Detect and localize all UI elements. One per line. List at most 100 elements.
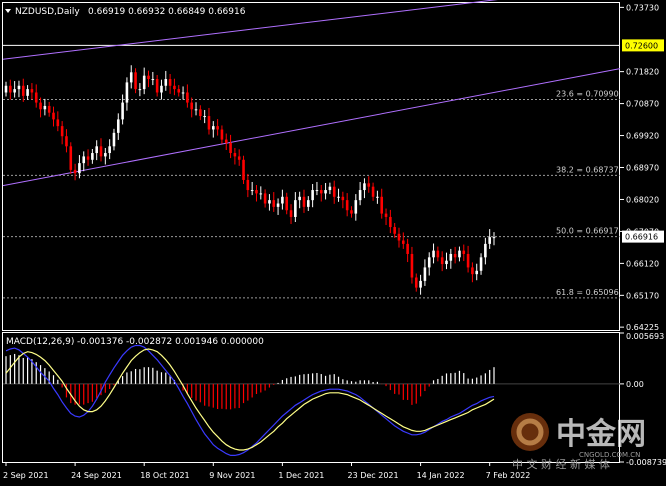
candle-body	[302, 196, 306, 207]
candle-body	[337, 196, 340, 198]
price-axis-label: 0.68970	[626, 164, 659, 173]
candle-body	[376, 196, 379, 198]
candle-body	[108, 146, 111, 154]
candle-body	[358, 190, 362, 201]
candle-body	[104, 153, 107, 157]
candle-body	[224, 139, 228, 143]
candle-body	[384, 213, 388, 217]
candle-body	[471, 267, 474, 275]
candle-body	[328, 186, 332, 191]
watermark-brand: 中金网	[556, 417, 646, 452]
candle-body	[242, 159, 245, 180]
candle-body	[194, 109, 198, 111]
candle-body	[4, 85, 8, 93]
candle-body	[276, 203, 280, 207]
candle-body	[56, 119, 60, 127]
candle-body	[380, 196, 384, 214]
candle-body	[281, 196, 284, 204]
price-axis-label: 0.64225	[626, 323, 659, 332]
candle-body	[147, 75, 150, 80]
candle-body	[410, 253, 414, 278]
fib-level-label: 38.2 = 0.68737	[556, 165, 619, 174]
candle-body	[414, 277, 418, 288]
candle-body	[142, 75, 146, 90]
candle-body	[294, 200, 297, 217]
candle-body	[65, 136, 68, 147]
candle-body	[324, 190, 327, 194]
candle-body	[345, 200, 349, 211]
candle-body	[423, 267, 427, 281]
macd-label: MACD(12,26,9)	[6, 337, 74, 347]
candle-body	[47, 105, 51, 113]
candle-body	[393, 227, 396, 234]
candle-body	[203, 116, 206, 118]
price-axis-label: 0.68020	[626, 195, 659, 204]
candle-body	[30, 89, 34, 93]
candle-body	[9, 85, 12, 93]
candle-body	[419, 280, 422, 288]
price-axis-label: 0.71820	[626, 68, 659, 77]
date-axis-label: 9 Nov 2021	[209, 471, 255, 480]
candle-body	[341, 196, 345, 201]
candle-body	[458, 250, 461, 258]
date-axis-label: 14 Jan 2022	[417, 471, 465, 480]
candle-body	[160, 85, 163, 93]
candle-body	[237, 156, 241, 160]
price-axis-label: 0.73730	[626, 3, 659, 12]
candle-body	[21, 85, 25, 96]
candle-body	[488, 237, 491, 244]
candle-body	[78, 163, 81, 174]
candle-body	[211, 126, 215, 130]
candle-body	[272, 200, 276, 207]
fib-level-label: 23.6 = 0.70990	[556, 90, 619, 99]
candle-body	[250, 190, 254, 192]
macd-values: -0.001376 -0.002872 0.001946 0.000000	[77, 337, 264, 347]
candle-body	[397, 233, 401, 241]
candle-body	[354, 200, 358, 214]
macd-header: MACD(12,26,9) -0.001376 -0.002872 0.0019…	[6, 337, 264, 347]
candle-body	[17, 85, 21, 90]
candle-body	[168, 79, 172, 86]
candle-body	[186, 92, 189, 103]
candle-body	[43, 105, 47, 110]
candle-body	[95, 146, 98, 154]
date-axis-label: 18 Oct 2021	[140, 471, 189, 480]
candle-body	[436, 250, 440, 258]
price-axis-label: 0.69920	[626, 132, 659, 141]
candle-body	[190, 102, 193, 110]
candle-body	[289, 210, 293, 217]
candle-body	[125, 82, 129, 103]
date-axis-label: 24 Sep 2021	[71, 471, 122, 480]
candle-body	[164, 79, 168, 86]
candle-body	[121, 102, 124, 120]
highlight-level-label: 0.72600	[625, 41, 658, 50]
symbol-label: NZDUSD,Daily	[15, 7, 80, 17]
candle-body	[350, 210, 353, 214]
candle-body	[246, 179, 250, 191]
candle-body	[13, 89, 16, 93]
candle-body	[259, 193, 263, 195]
candle-body	[367, 183, 371, 187]
watermark-subtitle: 中 文 财 经 新 媒 体	[512, 457, 610, 471]
candle-body	[129, 72, 133, 83]
candle-body	[445, 260, 448, 265]
macd-axis-label: 0.00	[626, 380, 644, 389]
fib-level-label: 50.0 = 0.66917	[556, 227, 619, 236]
candle-body	[432, 250, 435, 258]
candle-body	[233, 153, 237, 157]
macd-axis-label: -0.008739	[626, 458, 666, 467]
candle-body	[52, 112, 55, 120]
current-price-label: 0.66916	[625, 233, 658, 242]
candle-body	[82, 156, 86, 164]
fib-level-label: 61.8 = 0.65096	[556, 288, 619, 297]
candle-body	[315, 190, 319, 192]
candle-body	[332, 186, 336, 197]
symbol-header: NZDUSD,Daily 0.66919 0.66932 0.66849 0.6…	[5, 7, 246, 17]
macd-axis-label: 0.005693	[626, 332, 664, 341]
price-chart[interactable]: 中金网 CNGOLD.COM.CN 中 文 财 经 新 媒 体 23.6 = 0…	[0, 0, 666, 482]
candle-body	[220, 129, 224, 140]
candle-body	[116, 119, 120, 133]
candle-body	[91, 153, 94, 160]
candle-body	[26, 89, 29, 96]
candle-body	[39, 102, 42, 110]
